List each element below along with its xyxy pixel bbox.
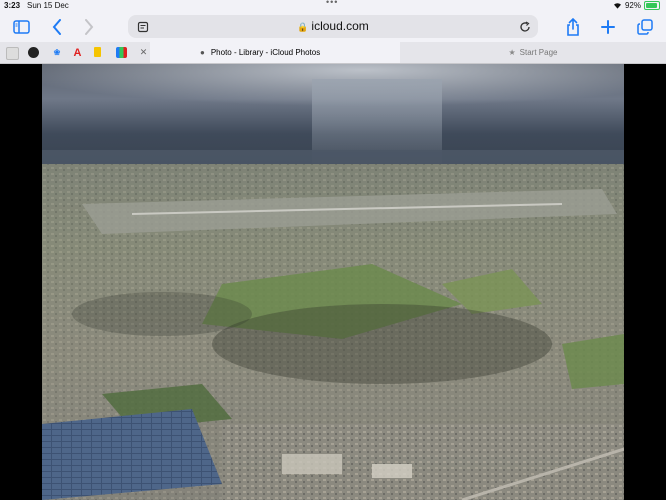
new-tab-icon[interactable]	[597, 16, 619, 38]
close-tab-icon[interactable]: ✕	[138, 47, 149, 58]
address-bar[interactable]: 🔒 icloud.com	[128, 15, 538, 38]
favorite-colored-bag-icon[interactable]	[116, 47, 127, 58]
favorite-document-icon[interactable]	[6, 47, 19, 60]
multitasking-dots-icon[interactable]: •••	[326, 0, 338, 7]
favorite-blue-fish-icon[interactable]: ❀	[50, 47, 64, 58]
status-bar: 3:23 Sun 15 Dec ••• 92%	[0, 0, 666, 12]
battery-percent: 92%	[624, 1, 641, 10]
favorite-yellow-bag-icon[interactable]	[94, 47, 101, 57]
tab-bar: ❀ A ✕ ● Photo - Library - iCloud Photos …	[0, 42, 666, 64]
url-text: icloud.com	[311, 19, 369, 33]
star-icon: ★	[508, 48, 516, 57]
share-icon[interactable]	[562, 16, 584, 38]
tab-start-page[interactable]: ★ Start Page	[400, 42, 666, 63]
tab-title: Photo - Library - iCloud Photos	[210, 48, 321, 57]
forward-icon[interactable]	[78, 16, 100, 38]
sidebar-icon[interactable]	[10, 16, 32, 38]
battery-icon	[644, 1, 660, 10]
browser-toolbar: 🔒 icloud.com	[0, 12, 666, 42]
tab-title: Start Page	[519, 48, 558, 57]
status-date: Sun 15 Dec	[27, 1, 69, 10]
url-display[interactable]: 🔒 icloud.com	[128, 19, 538, 33]
favorite-red-a-icon[interactable]: A	[72, 47, 83, 59]
status-time: 3:23	[4, 1, 21, 10]
apple-icon: ●	[200, 48, 205, 57]
battery-fill	[646, 3, 657, 8]
wifi-icon	[613, 3, 621, 9]
status-right: 92%	[613, 1, 660, 10]
tabs-overview-icon[interactable]	[634, 16, 656, 38]
tab-icloud-photos[interactable]: ● Photo - Library - iCloud Photos	[150, 42, 400, 63]
favorite-dark-circle-icon[interactable]	[28, 47, 39, 58]
photo-viewer-image[interactable]	[42, 64, 624, 500]
lock-icon: 🔒	[297, 22, 309, 32]
back-icon[interactable]	[46, 16, 68, 38]
reload-icon[interactable]	[514, 16, 536, 38]
aerial-photo	[42, 64, 624, 500]
